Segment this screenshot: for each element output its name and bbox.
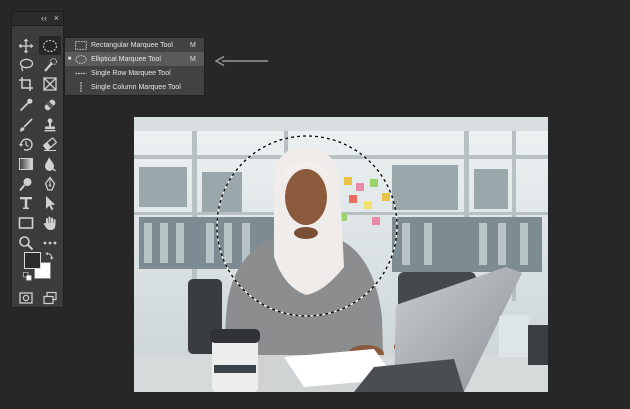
elliptical-marquee-icon [75,54,87,64]
move-tool-button[interactable] [15,36,37,55]
brush-tool-button[interactable] [15,115,37,134]
menu-item-rectangular-marquee[interactable]: Rectangular Marquee Tool M [65,38,204,52]
photo-woman-at-laptop [134,117,548,392]
elliptical-marquee-icon [42,39,58,52]
frame-tool-button[interactable] [39,74,61,93]
dodge-tool-button[interactable] [15,174,37,193]
move-icon [18,38,34,53]
dodge-icon [19,177,32,191]
healing-brush-tool-button[interactable] [39,95,61,114]
pointer-arrow-icon [214,55,268,67]
hand-icon [43,216,56,230]
type-tool-button[interactable] [15,193,37,212]
zoom-icon [19,235,34,250]
eyedropper-tool-button[interactable] [15,95,37,114]
menu-item-single-column-marquee[interactable]: Single Column Marquee Tool [65,80,204,94]
rectangle-icon [18,216,34,229]
quick-mask-button[interactable] [15,288,37,307]
rectangle-tool-button[interactable] [15,213,37,232]
hand-tool-button[interactable] [39,213,61,232]
history-brush-tool-button[interactable] [15,134,37,153]
gradient-tool-button[interactable] [15,154,37,173]
clone-stamp-tool-button[interactable] [39,115,61,134]
frame-icon [43,76,57,91]
path-selection-tool-button[interactable] [39,193,61,212]
blur-tool-button[interactable] [39,154,61,173]
menu-item-shortcut: M [190,41,196,49]
screen-mode-icon [43,291,57,304]
menu-item-label: Rectangular Marquee Tool [91,41,173,49]
lasso-tool-button[interactable] [15,55,37,74]
menu-item-label: Elliptical Marquee Tool [91,55,161,63]
elliptical-marquee-tool-button[interactable] [39,36,61,55]
crop-tool-button[interactable] [15,74,37,93]
single-row-marquee-icon [75,72,87,74]
path-selection-icon [46,195,56,210]
collapse-icon[interactable]: ‹‹ [41,13,47,23]
quick-selection-icon [44,57,57,72]
crop-icon [19,76,33,91]
single-column-marquee-icon [80,82,82,92]
marquee-tools-flyout: Rectangular Marquee Tool M ■ Elliptical … [64,37,205,96]
document-canvas[interactable] [134,117,548,392]
current-tool-marker: ■ [67,56,72,62]
lasso-icon [19,58,34,71]
menu-item-shortcut: M [190,55,196,63]
panel-header[interactable]: ‹‹ × [12,12,63,26]
rectangular-marquee-icon [75,40,87,50]
eraser-icon [43,137,57,151]
history-brush-icon [19,137,33,151]
menu-item-single-row-marquee[interactable]: Single Row Marquee Tool [65,66,204,80]
eraser-tool-button[interactable] [39,134,61,153]
default-colors-icon[interactable] [23,272,32,281]
more-tools-button[interactable] [39,233,61,252]
foreground-color-swatch[interactable] [24,252,41,269]
menu-item-elliptical-marquee[interactable]: ■ Elliptical Marquee Tool M [65,52,204,66]
healing-brush-icon [44,99,56,110]
screen-mode-button[interactable] [39,288,61,307]
eyedropper-icon [19,98,33,111]
tools-panel: ‹‹ × [11,11,64,308]
more-tools-icon [43,241,57,244]
clone-stamp-icon [44,117,56,131]
quick-selection-tool-button[interactable] [39,55,61,74]
menu-item-label: Single Column Marquee Tool [91,83,181,91]
zoom-tool-button[interactable] [15,233,37,252]
type-icon [20,196,32,209]
gradient-icon [19,157,33,170]
brush-icon [20,117,33,131]
quick-mask-icon [19,291,33,304]
color-swatches [23,251,56,282]
menu-item-label: Single Row Marquee Tool [91,69,171,77]
pen-icon [44,175,56,191]
blur-icon [45,156,56,172]
swap-colors-icon[interactable] [45,251,54,260]
close-icon[interactable]: × [54,13,59,23]
pen-tool-button[interactable] [39,174,61,193]
